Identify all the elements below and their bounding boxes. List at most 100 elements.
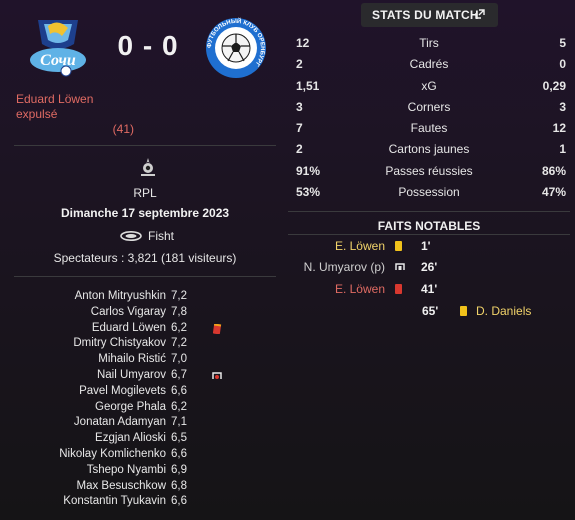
player-row[interactable]: Pavel Mogilevets 6,6 bbox=[14, 384, 276, 400]
divider bbox=[14, 276, 276, 277]
player-row[interactable]: Jonatan Adamyan 7,1 bbox=[14, 415, 276, 431]
svg-text:Сочи: Сочи bbox=[40, 52, 76, 69]
home-goals: 0 bbox=[117, 30, 135, 61]
player-rating: 7,8 bbox=[171, 305, 187, 318]
stat-away-value: 5 bbox=[559, 36, 566, 50]
red-card-icon bbox=[395, 284, 402, 294]
score-separator: - bbox=[142, 30, 154, 61]
penalty-miss-icon bbox=[395, 263, 405, 270]
stat-row: 2 Cartons jaunes 1 bbox=[288, 139, 570, 160]
player-name[interactable]: Pavel Mogilevets bbox=[79, 384, 166, 400]
player-name[interactable]: Konstantin Tyukavin bbox=[63, 494, 166, 510]
player-name[interactable]: Anton Mitryushkin bbox=[75, 289, 166, 305]
penalty-miss-icon bbox=[212, 372, 222, 379]
away-goals: 0 bbox=[161, 30, 179, 61]
player-name[interactable]: Tshepo Nyambi bbox=[87, 463, 166, 479]
stat-away-value: 12 bbox=[552, 121, 566, 136]
stat-row: 1,51 xG 0,29 bbox=[288, 76, 570, 97]
home-team-logo[interactable]: Сочи bbox=[26, 14, 90, 78]
stadium-icon bbox=[120, 231, 142, 241]
player-rating: 6,8 bbox=[171, 479, 187, 492]
player-row[interactable]: Nikolay Komlichenko 6,6 bbox=[14, 447, 276, 463]
player-rating: 7,1 bbox=[171, 416, 187, 429]
player-rating: 6,6 bbox=[171, 447, 187, 460]
player-row[interactable]: Tshepo Nyambi 6,9 bbox=[14, 463, 276, 479]
divider bbox=[288, 234, 570, 235]
player-name[interactable]: George Phala bbox=[95, 400, 166, 416]
notable-event[interactable]: N. Umyarov (p) 26' bbox=[288, 259, 570, 275]
player-row[interactable]: Carlos Vigaray 7,8 bbox=[14, 305, 276, 321]
player-name[interactable]: Nail Umyarov bbox=[97, 368, 166, 384]
player-name[interactable]: Jonatan Adamyan bbox=[74, 415, 166, 431]
red-card-note: Eduard Löwen expulsé (41) bbox=[16, 92, 134, 137]
stat-label: Passes réussies bbox=[385, 163, 473, 178]
away-team-logo[interactable]: ФУТБОЛЬНЫЙ КЛУБ ОРЕНБУРГ bbox=[204, 16, 268, 80]
event-player[interactable]: E. Löwen bbox=[335, 281, 385, 297]
stat-away-value: 0,29 bbox=[542, 78, 566, 93]
tab-match-stats[interactable]: STATS DU MATCH bbox=[361, 3, 498, 27]
expand-icon[interactable] bbox=[475, 9, 485, 19]
stat-label: Fautes bbox=[410, 121, 448, 136]
player-row[interactable]: Nail Umyarov 6,7 bbox=[14, 368, 276, 384]
event-player[interactable]: E. Löwen bbox=[335, 238, 385, 254]
stat-label: xG bbox=[421, 78, 437, 93]
red-card-note-minute: (41) bbox=[112, 122, 134, 136]
venue[interactable]: Fisht bbox=[120, 229, 174, 243]
player-name[interactable]: Max Besuschkow bbox=[77, 479, 166, 495]
notable-event[interactable]: 65' D. Daniels bbox=[288, 303, 570, 319]
player-rating: 6,2 bbox=[171, 400, 187, 413]
player-rating: 6,6 bbox=[171, 384, 187, 397]
player-rating: 7,2 bbox=[171, 290, 187, 302]
player-row[interactable]: Konstantin Tyukavin 6,6 bbox=[14, 494, 276, 510]
player-name[interactable]: Mihailo Ristić bbox=[98, 352, 166, 368]
player-row[interactable]: Mihailo Ristić 7,0 bbox=[14, 352, 276, 368]
player-rating: 6,6 bbox=[171, 495, 187, 508]
stat-row: 91% Passes réussies 86% bbox=[288, 161, 570, 182]
yellow-card-icon bbox=[395, 241, 402, 251]
yellow-card-icon bbox=[460, 306, 467, 316]
stat-label: Cadrés bbox=[409, 57, 449, 72]
player-name[interactable]: Nikolay Komlichenko bbox=[59, 447, 166, 463]
player-row[interactable]: Anton Mitryushkin 7,2 bbox=[14, 289, 276, 305]
event-minute: 1' bbox=[421, 239, 431, 253]
stat-row: 12 Tirs 5 bbox=[288, 33, 570, 54]
player-name[interactable]: Dmitry Chistyakov bbox=[73, 336, 166, 352]
stat-away-value: 47% bbox=[541, 185, 566, 200]
attendance: Spectateurs : 3,821 (181 visiteurs) bbox=[53, 251, 237, 265]
stat-row: 2 Cadrés 0 bbox=[288, 54, 570, 75]
stat-away-value: 86% bbox=[541, 163, 566, 178]
player-rating: 6,9 bbox=[171, 463, 187, 476]
score-display: 0 - 0 bbox=[96, 30, 200, 62]
player-rating: 7,0 bbox=[171, 353, 187, 366]
player-name[interactable]: Carlos Vigaray bbox=[91, 305, 166, 321]
stat-label: Cartons jaunes bbox=[388, 142, 470, 157]
event-player[interactable]: D. Daniels bbox=[476, 303, 531, 319]
player-row[interactable]: George Phala 6,2 bbox=[14, 400, 276, 416]
divider bbox=[14, 145, 276, 146]
player-row[interactable]: Dmitry Chistyakov 7,2 bbox=[14, 336, 276, 352]
player-name[interactable]: Eduard Löwen bbox=[92, 321, 166, 337]
player-ratings-list: Anton Mitryushkin 7,2 Carlos Vigaray 7,8 Edu… bbox=[14, 289, 276, 510]
event-minute: 26' bbox=[421, 260, 438, 274]
competition-name[interactable]: RPL bbox=[14, 186, 276, 200]
player-rating: 7,2 bbox=[171, 337, 187, 350]
stat-away-value: 3 bbox=[559, 99, 566, 114]
stat-label: Corners bbox=[407, 99, 451, 114]
player-row[interactable]: Max Besuschkow 6,8 bbox=[14, 479, 276, 495]
event-player[interactable]: N. Umyarov (p) bbox=[304, 259, 385, 275]
stat-label: Possession bbox=[398, 185, 460, 200]
notable-event[interactable]: E. Löwen 41' bbox=[288, 281, 570, 297]
player-row[interactable]: Eduard Löwen 6,2 bbox=[14, 321, 276, 337]
red-card-icon bbox=[212, 323, 222, 334]
player-rating: 6,7 bbox=[171, 368, 187, 381]
match-date: Dimanche 17 septembre 2023 bbox=[60, 206, 230, 220]
stat-row: 53% Possession 47% bbox=[288, 182, 570, 203]
match-summary-panel: Сочи 0 - 0 ФУТБОЛЬНЫЙ КЛУБ ОРЕНБУРГ Edua… bbox=[0, 0, 285, 520]
player-row[interactable]: Ezgjan Alioski 6,5 bbox=[14, 431, 276, 447]
event-minute: 41' bbox=[421, 282, 438, 296]
notable-events-title: FAITS NOTABLES bbox=[377, 219, 481, 233]
competition-logo-icon[interactable] bbox=[138, 157, 158, 177]
player-name[interactable]: Ezgjan Alioski bbox=[95, 431, 166, 447]
notable-event[interactable]: E. Löwen 1' bbox=[288, 238, 570, 254]
venue-name: Fisht bbox=[148, 229, 175, 243]
